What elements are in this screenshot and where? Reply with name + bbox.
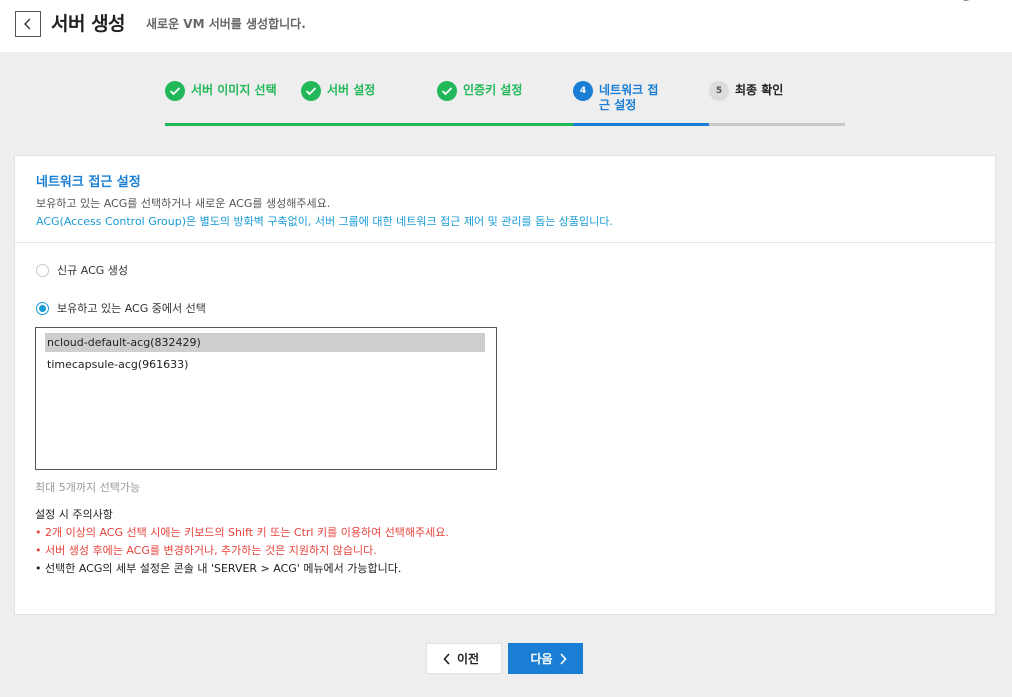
step-bar <box>301 123 437 126</box>
step-bar <box>437 123 573 126</box>
step-server-settings: 서버 설정 <box>301 81 437 127</box>
step-bar <box>709 123 845 126</box>
check-icon <box>165 81 185 101</box>
radio-label: 보유하고 있는 ACG 중에서 선택 <box>57 302 206 315</box>
next-button[interactable]: 다음 <box>508 643 583 674</box>
step-progress: 서버 이미지 선택 서버 설정 인증키 설정 4 네트워크 접근 설정 5 최종… <box>165 81 845 127</box>
step-number: 5 <box>709 81 729 101</box>
step-label: 인증키 설정 <box>463 83 523 97</box>
notes-title: 설정 시 주의사항 <box>35 508 113 521</box>
note-item: • 2개 이상의 ACG 선택 시에는 키보드의 Shift 키 또는 Ctrl… <box>35 526 449 539</box>
radio-label: 신규 ACG 생성 <box>57 264 129 277</box>
chevron-left-icon <box>24 18 31 30</box>
back-button[interactable] <box>15 11 41 37</box>
chevron-left-icon <box>443 652 450 665</box>
step-number: 4 <box>573 81 593 101</box>
step-label: 최종 확인 <box>735 83 784 97</box>
chevron-right-icon <box>559 652 567 665</box>
section-note: ACG(Access Control Group)은 별도의 방화벽 구축없이,… <box>36 215 613 228</box>
step-label: 서버 설정 <box>327 83 376 97</box>
section-description: 보유하고 있는 ACG를 선택하거나 새로운 ACG를 생성해주세요. <box>36 197 331 210</box>
check-icon <box>437 81 457 101</box>
step-label: 서버 이미지 선택 <box>191 83 277 97</box>
radio-button[interactable] <box>36 301 49 315</box>
network-access-panel: 네트워크 접근 설정 보유하고 있는 ACG를 선택하거나 새로운 ACG를 생… <box>14 155 996 615</box>
next-label: 다음 <box>530 652 553 666</box>
step-network-access: 4 네트워크 접근 설정 <box>573 81 709 127</box>
step-bar <box>165 123 301 126</box>
acg-option[interactable]: ncloud-default-acg(832429) <box>45 333 485 352</box>
prev-label: 이전 <box>456 652 480 666</box>
note-item: • 선택한 ACG의 세부 설정은 콘솔 내 'SERVER > ACG' 메뉴… <box>35 562 402 575</box>
step-server-image: 서버 이미지 선택 <box>165 81 301 127</box>
note-item: • 서버 생성 후에는 ACG를 변경하거나, 추가하는 것은 지원하지 않습니… <box>35 544 377 557</box>
panel-header: 네트워크 접근 설정 보유하고 있는 ACG를 선택하거나 새로운 ACG를 생… <box>15 156 995 243</box>
acg-select-list[interactable]: ncloud-default-acg(832429) timecapsule-a… <box>35 327 497 470</box>
radio-existing-acg[interactable]: 보유하고 있는 ACG 중에서 선택 <box>36 300 206 316</box>
step-label: 네트워크 접근 설정 <box>599 83 659 112</box>
notes-list: • 2개 이상의 ACG 선택 시에는 키보드의 Shift 키 또는 Ctrl… <box>35 524 449 578</box>
step-final-confirm: 5 최종 확인 <box>709 81 845 127</box>
radio-new-acg[interactable]: 신규 ACG 생성 <box>36 262 128 278</box>
page-subtitle: 새로운 VM 서버를 생성합니다. <box>146 17 306 31</box>
acg-option[interactable]: timecapsule-acg(961633) <box>45 355 485 374</box>
page-title: 서버 생성 <box>51 13 126 35</box>
step-auth-key: 인증키 설정 <box>437 81 573 127</box>
page-header: 서버 생성 새로운 VM 서버를 생성합니다. <box>0 0 1012 52</box>
radio-button[interactable] <box>36 263 49 277</box>
check-icon <box>301 81 321 101</box>
limit-hint: 최대 5개까지 선택가능 <box>35 481 141 494</box>
prev-button[interactable]: 이전 <box>426 643 502 674</box>
section-title: 네트워크 접근 설정 <box>36 175 141 190</box>
step-bar <box>573 123 709 126</box>
